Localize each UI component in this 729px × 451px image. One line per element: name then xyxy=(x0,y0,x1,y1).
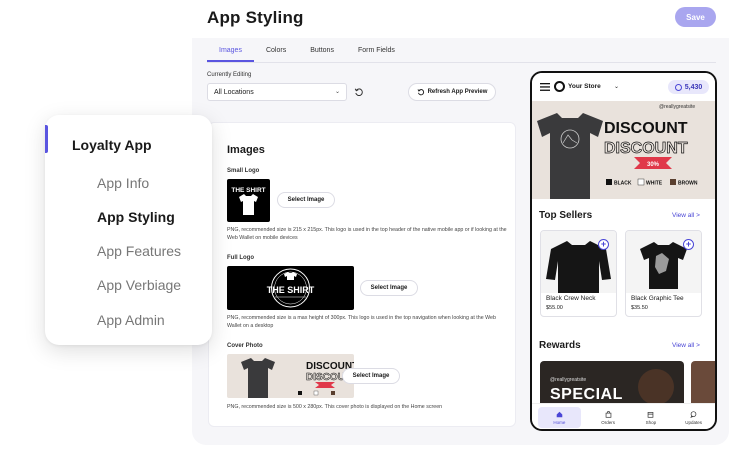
top-sellers-view-all-link[interactable]: View all > xyxy=(672,212,700,219)
save-button[interactable]: Save xyxy=(675,7,716,27)
sidebar-item-app-styling[interactable]: App Styling xyxy=(97,209,175,225)
tabs-divider xyxy=(207,62,716,63)
tab-colors[interactable]: Colors xyxy=(254,42,298,62)
store-icon xyxy=(648,411,654,418)
top-sellers-title: Top Sellers xyxy=(539,210,593,221)
cover-discount-text: DISCOUNT xyxy=(604,120,688,137)
points-value: 5,430 xyxy=(684,83,703,91)
product-name: Black Crew Neck xyxy=(546,295,596,302)
cover-photo-description: PNG, recommended size is 500 x 280px. Th… xyxy=(227,404,443,410)
nav-updates[interactable]: Updates xyxy=(672,404,715,429)
refresh-app-preview-button[interactable]: Refresh App Preview xyxy=(408,83,496,101)
chat-icon xyxy=(690,410,697,418)
sidebar-item-app-info[interactable]: App Info xyxy=(97,175,149,191)
app-window: App Styling Save Images Colors Buttons F… xyxy=(192,0,729,445)
reward-title: SPECIAL xyxy=(550,386,623,403)
images-card: Images Small Logo THE SHIRT Select Image… xyxy=(208,122,516,427)
product-price: $55.00 xyxy=(546,305,563,311)
loyalty-app-nav-card: Loyalty App App Info App Styling App Fea… xyxy=(45,115,212,345)
sidebar-item-app-features[interactable]: App Features xyxy=(97,243,181,259)
cover-percent-text: 30% xyxy=(647,162,660,168)
hamburger-menu-icon[interactable] xyxy=(540,83,550,91)
full-logo-label: Full Logo xyxy=(227,255,254,261)
rewards-title: Rewards xyxy=(539,340,581,351)
tab-form-fields[interactable]: Form Fields xyxy=(346,42,407,62)
points-badge[interactable]: 5,430 xyxy=(668,80,709,94)
small-logo-select-image-button[interactable]: Select Image xyxy=(277,192,335,208)
small-logo-thumbnail: THE SHIRT xyxy=(227,179,270,222)
chevron-down-icon[interactable]: ⌄ xyxy=(614,83,619,90)
nav-shop[interactable]: Shop xyxy=(630,404,673,429)
cover-photo-select-image-button[interactable]: Select Image xyxy=(342,368,400,384)
cover-photo-thumbnail: DISCOUNT DISCOUNT xyxy=(227,354,354,398)
cover-color-white: WHITE xyxy=(646,181,663,187)
sidebar-item-app-verbiage[interactable]: App Verbiage xyxy=(97,277,181,293)
add-to-cart-plus-icon[interactable]: + xyxy=(683,239,694,250)
product-card[interactable]: + Black Crew Neck $55.00 xyxy=(540,230,617,317)
location-select[interactable]: All Locations xyxy=(207,83,347,101)
home-icon xyxy=(556,411,563,417)
bag-icon xyxy=(605,410,611,418)
style-tabs: Images Colors Buttons Form Fields xyxy=(207,42,407,62)
cover-handle: @reallygreatsite xyxy=(659,104,696,110)
rewards-view-all-link[interactable]: View all > xyxy=(672,342,700,349)
cover-color-brown: BROWN xyxy=(678,181,698,187)
tab-buttons[interactable]: Buttons xyxy=(298,42,346,62)
sidebar-item-app-admin[interactable]: App Admin xyxy=(97,312,165,328)
full-logo-thumbnail: THE SHIRT xyxy=(227,266,354,310)
add-to-cart-plus-icon[interactable]: + xyxy=(598,239,609,250)
nav-updates-label: Updates xyxy=(685,419,702,425)
nav-home[interactable]: Home xyxy=(538,407,581,428)
nav-home-label: Home xyxy=(553,419,566,425)
active-section-indicator xyxy=(45,125,48,153)
product-card[interactable]: + Black Graphic Tee $35.50 xyxy=(625,230,702,317)
tab-images[interactable]: Images xyxy=(207,42,254,62)
nav-orders-label: Orders xyxy=(601,419,615,425)
chevron-down-icon: ⌄ xyxy=(335,89,341,95)
currently-editing-label: Currently Editing xyxy=(207,72,252,78)
app-preview-phone: Your Store ⌄ 5,430 DISCOUNT DISCOUNT 30%… xyxy=(530,71,717,431)
product-price: $35.50 xyxy=(631,305,648,311)
refresh-app-preview-label: Refresh App Preview xyxy=(427,89,488,95)
nav-orders[interactable]: Orders xyxy=(587,404,630,429)
store-name[interactable]: Your Store xyxy=(568,83,601,90)
small-logo-label: Small Logo xyxy=(227,168,260,174)
cover-discount-outline-text: DISCOUNT xyxy=(604,140,688,157)
sidebar-heading-loyalty-app[interactable]: Loyalty App xyxy=(72,137,152,153)
reward-handle: @reallygreatsite xyxy=(550,377,587,383)
app-header: App Styling Save xyxy=(192,0,729,38)
store-logo-icon xyxy=(554,81,565,92)
phone-cover-photo: DISCOUNT DISCOUNT 30% BLACK WHITE BROWN … xyxy=(532,101,715,199)
nav-shop-label: Shop xyxy=(645,419,657,425)
images-title: Images xyxy=(227,144,265,156)
cover-photo-label: Cover Photo xyxy=(227,343,263,349)
product-name: Black Graphic Tee xyxy=(631,295,684,302)
page-title: App Styling xyxy=(207,8,304,27)
coin-icon xyxy=(674,83,682,91)
phone-header: Your Store ⌄ 5,430 xyxy=(532,73,715,101)
full-logo-text: THE SHIRT xyxy=(267,285,315,295)
phone-bottom-nav: Home Orders Shop Updates xyxy=(532,403,715,429)
small-logo-text: THE SHIRT xyxy=(231,187,265,194)
small-logo-description: PNG, recommended size is 215 x 215px. Th… xyxy=(227,227,507,242)
refresh-icon xyxy=(417,89,424,96)
full-logo-select-image-button[interactable]: Select Image xyxy=(360,280,418,296)
reset-icon[interactable] xyxy=(354,87,364,97)
cover-color-black: BLACK xyxy=(614,181,632,187)
full-logo-description: PNG, recommended size is a max height of… xyxy=(227,315,496,330)
